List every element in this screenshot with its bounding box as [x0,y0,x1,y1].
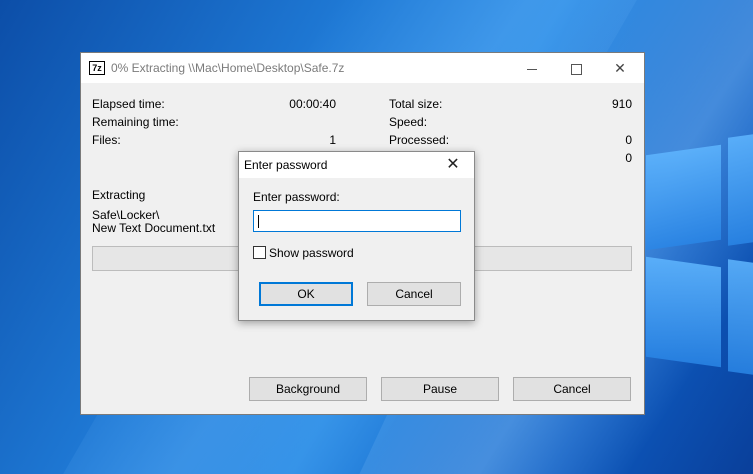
show-password-label[interactable]: Show password [269,246,354,260]
current-folder-path: Safe\Locker\ [92,208,160,222]
password-field-label: Enter password: [253,190,340,204]
window-titlebar[interactable]: 7z 0% Extracting \\Mac\Home\Desktop\Safe… [81,53,644,83]
dialog-close-button[interactable]: ✕ [436,154,470,176]
files-label: Files: [92,133,121,147]
dialog-titlebar[interactable]: Enter password ✕ [239,152,474,178]
remaining-time-label: Remaining time: [92,115,179,129]
background-button[interactable]: Background [249,377,367,401]
pause-button[interactable]: Pause [381,377,499,401]
total-size-value: 910 [611,97,632,111]
7zip-app-icon: 7z [89,61,105,75]
close-icon: ✕ [614,60,626,76]
show-password-checkbox[interactable] [253,246,266,259]
processed-label: Processed: [389,133,450,147]
speed-label: Speed: [389,115,428,129]
maximize-button[interactable] [553,53,599,83]
maximize-icon [570,63,582,75]
window-title: 0% Extracting \\Mac\Home\Desktop\Safe.7z [111,61,345,75]
windows-logo-pane [728,259,753,377]
minimize-button[interactable] [509,53,555,83]
total-size-label: Total size: [389,97,443,111]
ok-button[interactable]: OK [259,282,353,306]
windows-logo-pane [728,132,753,246]
elapsed-time-label: Elapsed time: [92,97,165,111]
current-file-name: New Text Document.txt [92,221,216,235]
enter-password-dialog: Enter password ✕ Enter password: Show pa… [238,151,475,321]
files-value: 1 [329,133,336,147]
dialog-cancel-button[interactable]: Cancel [367,282,461,306]
text-caret [258,215,259,228]
windows-logo-pane [646,144,721,251]
minimize-icon [527,68,537,70]
packed-size-value: 0 [625,151,632,165]
close-button[interactable]: ✕ [597,53,643,83]
windows-logo-pane [646,256,721,368]
password-input[interactable] [253,210,461,232]
processed-value: 0 [625,133,632,147]
operation-label: Extracting [92,188,146,202]
elapsed-time-value: 00:00:40 [289,97,336,111]
close-icon: ✕ [446,156,460,173]
cancel-button[interactable]: Cancel [513,377,631,401]
dialog-title: Enter password [244,158,328,172]
